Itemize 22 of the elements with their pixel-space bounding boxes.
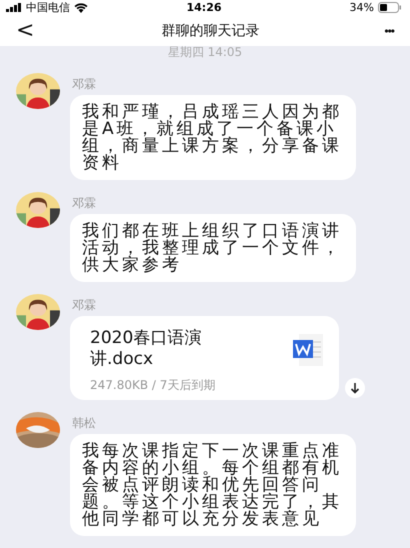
message-bubble: 我每次课指定下一次课重点准备内容的小组。每个组都有机会被点评朗读和优先回答问题。等这个小组表达完了，其他同学都可以充分发表意见: [70, 434, 356, 536]
status-time: 14:26: [186, 1, 222, 14]
sender-name: 邓霖: [72, 77, 97, 91]
message-bubble: 我和严瑾，吕成瑶三人因为都是A班，就组成了一个备课小组，商量上课方案，分享备课资料: [70, 95, 356, 180]
document-icon: [293, 334, 323, 366]
file-info: 247.80KB / 7天后到期: [90, 378, 216, 392]
back-button[interactable]: <: [10, 20, 40, 42]
sender-name: 韩松: [72, 416, 97, 430]
message-bubble: 我们都在班上组织了口语演讲活动，我整理成了一个文件，供大家参考: [70, 214, 356, 282]
signal-icon: [6, 3, 22, 12]
wifi-icon: [74, 2, 88, 13]
carrier-name: 中国电信: [26, 0, 70, 16]
battery-icon: [378, 2, 402, 14]
timestamp: 星期四 14:05: [168, 45, 244, 59]
more-button[interactable]: •••: [380, 24, 398, 38]
chat-title: 群聊的聊天记录: [161, 22, 260, 40]
battery-percent: 34%: [350, 1, 374, 14]
file-name: 2020春口语演讲.docx: [90, 328, 202, 370]
download-icon[interactable]: [345, 378, 365, 398]
file-card[interactable]: 2020春口语演讲.docx 247.80KB / 7天后到期: [70, 316, 339, 400]
sender-name: 邓霖: [72, 298, 97, 312]
sender-name: 邓霖: [72, 196, 97, 210]
